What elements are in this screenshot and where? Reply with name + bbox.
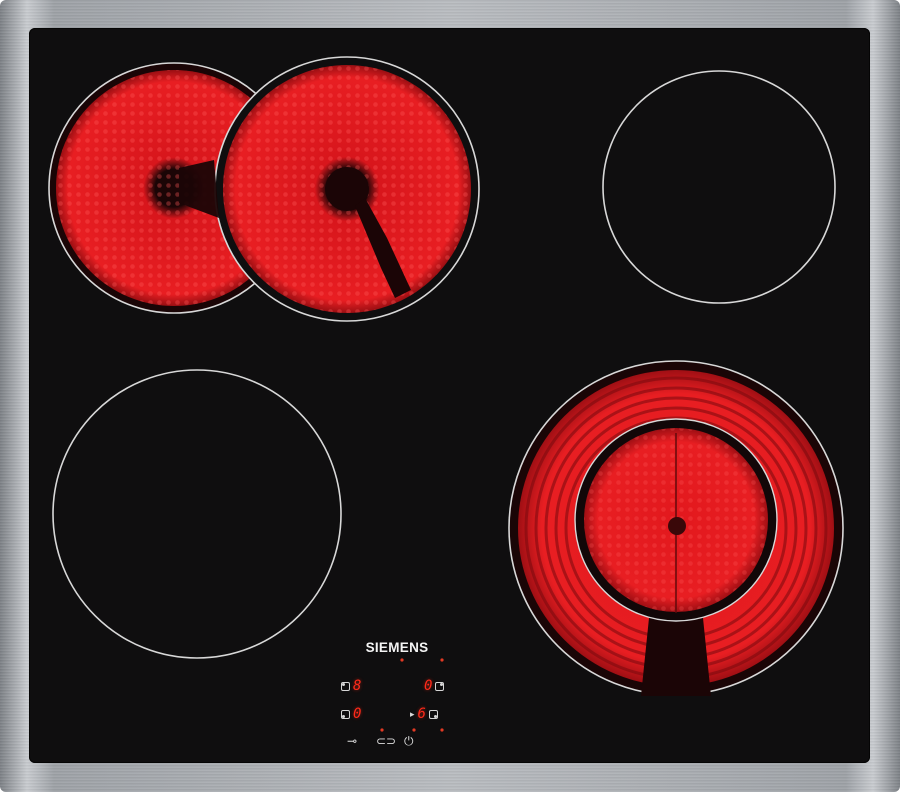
zone-bottom-right-icon — [428, 709, 438, 719]
zone-back-left — [52, 369, 342, 659]
dual-zone-icon[interactable]: ⊂⊃ — [376, 735, 396, 747]
zone-front-right-dual — [508, 360, 844, 696]
control-zone-left-bottom[interactable]: 0 — [341, 707, 361, 721]
outer-ring-gap — [641, 618, 711, 696]
power-level-display: 0 — [353, 706, 362, 722]
cooktop-graphics — [48, 56, 844, 732]
glass-cooktop: SIEMENS 8 0 0 ▸ 6 ⊸ ⊂⊃ ⏻ — [29, 28, 870, 763]
indicator-dot — [380, 728, 384, 732]
zone-top-right-icon — [435, 681, 445, 691]
key-lock-icon[interactable]: ⊸ — [347, 735, 357, 747]
power-level-display: 0 — [424, 678, 433, 694]
control-zone-right-top[interactable]: 0 — [424, 678, 445, 694]
indicator-dot — [440, 658, 444, 662]
control-zone-right-bottom[interactable]: ▸ 6 — [410, 707, 438, 721]
inner-center — [668, 517, 686, 535]
zone-bottom-left-icon — [341, 709, 350, 719]
power-icon[interactable]: ⏻ — [404, 735, 414, 747]
indicator-dot — [400, 658, 404, 662]
power-level-display: 8 — [353, 678, 362, 694]
zone-top-left-icon — [341, 681, 350, 691]
arrow-right-icon: ▸ — [410, 708, 415, 719]
brand-logo: SIEMENS — [365, 640, 429, 655]
control-zone-left-top[interactable]: 8 — [341, 679, 361, 693]
power-level-display: 6 — [417, 706, 426, 722]
zone-back-right — [602, 70, 836, 304]
indicator-dot — [440, 728, 444, 732]
indicator-dot — [412, 728, 416, 732]
zone-front-left-dual — [48, 56, 480, 322]
